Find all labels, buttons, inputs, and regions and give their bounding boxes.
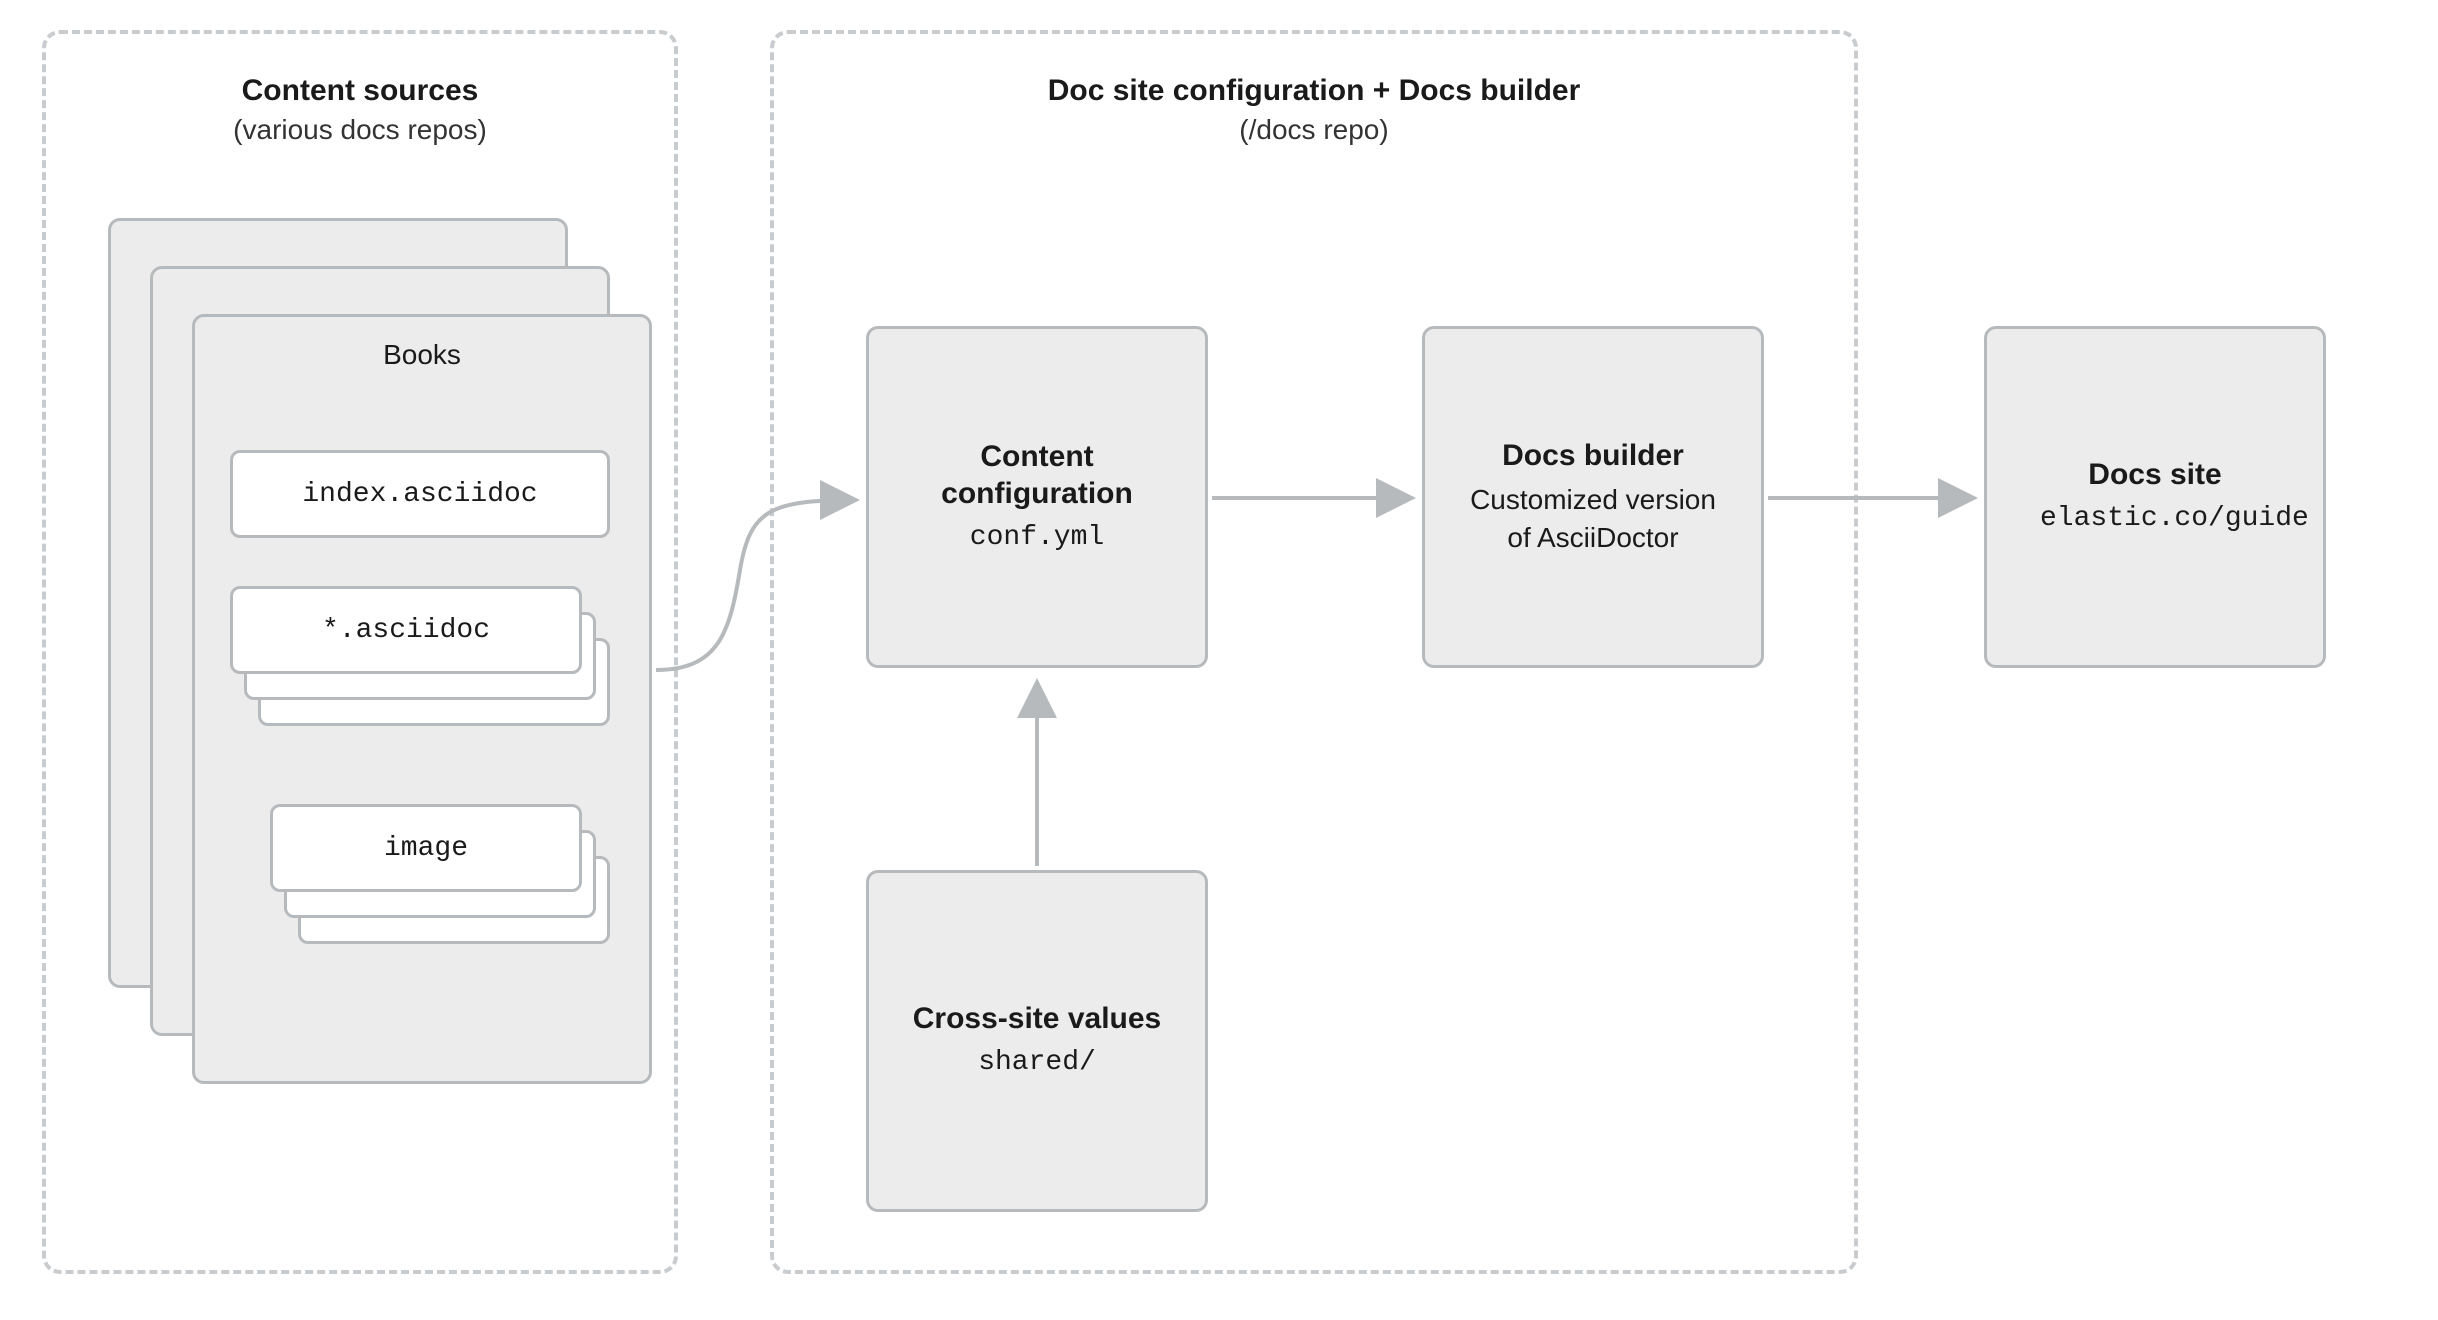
- cross-sub: shared/: [978, 1044, 1096, 1082]
- node-content-configuration: Content configuration conf.yml: [866, 326, 1208, 668]
- middle-subtitle: (/docs repo): [774, 114, 1854, 146]
- builder-title: Docs builder: [1502, 437, 1684, 475]
- cross-title: Cross-site values: [913, 1000, 1161, 1038]
- file-image-front: image: [270, 804, 582, 892]
- file-pattern-front: *.asciidoc: [230, 586, 582, 674]
- site-sub: elastic.co/guide: [2040, 500, 2270, 538]
- config-title: Content configuration: [912, 438, 1162, 513]
- node-docs-builder: Docs builder Customized version of Ascii…: [1422, 326, 1764, 668]
- books-title: Books: [195, 339, 649, 371]
- middle-title: Doc site configuration + Docs builder: [774, 74, 1854, 108]
- builder-sub: Customized version of AsciiDoctor: [1463, 481, 1723, 557]
- config-sub: conf.yml: [970, 519, 1104, 557]
- site-title: Docs site: [2088, 456, 2221, 494]
- sources-subtitle: (various docs repos): [46, 114, 674, 146]
- file-index-asciidoc: index.asciidoc: [230, 450, 610, 538]
- node-cross-site-values: Cross-site values shared/: [866, 870, 1208, 1212]
- sources-title: Content sources: [46, 74, 674, 108]
- node-docs-site: Docs site elastic.co/guide: [1984, 326, 2326, 668]
